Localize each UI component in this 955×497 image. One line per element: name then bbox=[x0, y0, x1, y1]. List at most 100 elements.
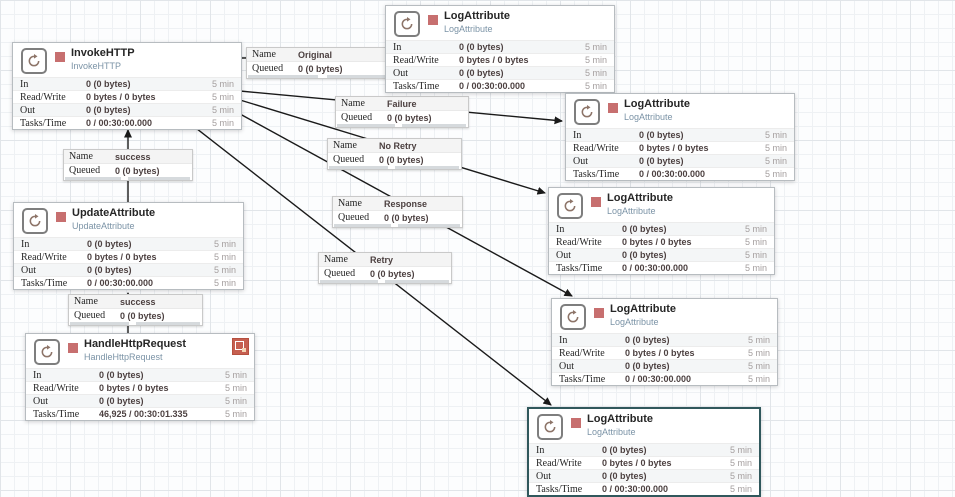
processor-header: InvokeHTTP InvokeHTTP bbox=[13, 43, 241, 77]
stat-window: 5 min bbox=[764, 130, 787, 140]
processor[interactable]: InvokeHTTP InvokeHTTP In 0 (0 bytes) 5 m… bbox=[12, 42, 242, 130]
processor-title: InvokeHTTP bbox=[71, 47, 135, 59]
stat-window: 5 min bbox=[764, 156, 787, 166]
connection-queued-value: 0 (0 bytes) bbox=[379, 154, 424, 165]
nifi-flow-canvas[interactable]: { "labels": { "in": "In", "read_write": … bbox=[0, 0, 955, 497]
stat-row-read-write: Read/Write 0 bytes / 0 bytes 5 min bbox=[552, 346, 777, 359]
stat-value: 0 (0 bytes) bbox=[86, 105, 131, 115]
stat-value: 0 bytes / 0 bytes bbox=[99, 383, 169, 393]
connection-label[interactable]: Name success Queued 0 (0 bytes) bbox=[68, 294, 203, 326]
stat-value: 0 (0 bytes) bbox=[459, 42, 504, 52]
stat-row-in: In 0 (0 bytes) 5 min bbox=[386, 40, 614, 53]
stat-label: Tasks/Time bbox=[393, 80, 440, 92]
connection-queued-row: Queued 0 (0 bytes) bbox=[69, 309, 202, 322]
connection-name-row: Name Retry bbox=[319, 253, 451, 267]
processor-type-label: LogAttribute bbox=[610, 316, 659, 327]
stat-value: 0 (0 bytes) bbox=[99, 396, 144, 406]
queue-fill-bar bbox=[319, 280, 451, 283]
connection-queued-row: Queued 0 (0 bytes) bbox=[336, 111, 468, 124]
stat-value: 0 / 00:30:00.000 bbox=[625, 374, 692, 384]
stat-label: Tasks/Time bbox=[556, 262, 603, 274]
stat-label: In bbox=[536, 444, 545, 456]
stat-row-out: Out 0 (0 bytes) 5 min bbox=[566, 154, 794, 167]
stat-row-in: In 0 (0 bytes) 5 min bbox=[26, 368, 254, 381]
processor[interactable]: UpdateAttribute UpdateAttribute In 0 (0 … bbox=[13, 202, 244, 290]
processor[interactable]: LogAttribute LogAttribute In 0 (0 bytes)… bbox=[548, 187, 775, 275]
stat-value: 0 bytes / 0 bytes bbox=[459, 55, 529, 65]
stat-window: 5 min bbox=[211, 92, 234, 102]
stat-value: 46,925 / 00:30:01.335 bbox=[99, 409, 188, 419]
stat-label: In bbox=[20, 78, 29, 90]
stat-value: 0 bytes / 0 bytes bbox=[86, 92, 156, 102]
stopped-status-icon bbox=[608, 103, 618, 113]
connection-label[interactable]: Name No Retry Queued 0 (0 bytes) bbox=[327, 138, 462, 170]
connection-queued-value: 0 (0 bytes) bbox=[115, 165, 160, 176]
connection-name-key: Name bbox=[341, 98, 365, 109]
stat-window: 5 min bbox=[764, 169, 787, 179]
processor-type-label: HandleHttpRequest bbox=[84, 351, 163, 362]
stat-row-read-write: Read/Write 0 bytes / 0 bytes 5 min bbox=[26, 381, 254, 394]
stat-label: Out bbox=[573, 155, 588, 167]
processor-title: LogAttribute bbox=[444, 10, 510, 22]
stat-label: Out bbox=[21, 264, 36, 276]
processor-type-label: LogAttribute bbox=[444, 23, 493, 34]
processor-header: LogAttribute LogAttribute bbox=[386, 6, 614, 40]
sync-arrows-icon bbox=[567, 310, 579, 323]
stat-label: Out bbox=[393, 67, 408, 79]
stat-label: Out bbox=[20, 104, 35, 116]
stat-row-out: Out 0 (0 bytes) 5 min bbox=[529, 469, 759, 482]
processor[interactable]: LogAttribute LogAttribute In 0 (0 bytes)… bbox=[385, 5, 615, 93]
queue-fill-bar bbox=[247, 75, 407, 78]
stat-row-tasks-time: Tasks/Time 0 / 00:30:00.000 5 min bbox=[566, 167, 794, 180]
sync-arrows-icon bbox=[29, 214, 41, 227]
connection-label[interactable]: Name Retry Queued 0 (0 bytes) bbox=[318, 252, 452, 284]
processor[interactable]: LogAttribute LogAttribute In 0 (0 bytes)… bbox=[551, 298, 778, 386]
stat-label: In bbox=[33, 369, 42, 381]
stat-value: 0 (0 bytes) bbox=[459, 68, 504, 78]
stat-row-out: Out 0 (0 bytes) 5 min bbox=[26, 394, 254, 407]
stat-label: Read/Write bbox=[559, 347, 605, 359]
stopped-status-icon bbox=[428, 15, 438, 25]
processor-titles: InvokeHTTP InvokeHTTP bbox=[71, 47, 135, 72]
processor-type-icon bbox=[557, 193, 583, 219]
stat-label: Tasks/Time bbox=[573, 168, 620, 180]
processor[interactable]: HandleHttpRequest HandleHttpRequest In 0… bbox=[25, 333, 255, 421]
processor[interactable]: LogAttribute LogAttribute In 0 (0 bytes)… bbox=[527, 407, 761, 497]
connection-name-value: No Retry bbox=[379, 140, 417, 151]
stat-label: Out bbox=[536, 470, 551, 482]
processor[interactable]: LogAttribute LogAttribute In 0 (0 bytes)… bbox=[565, 93, 795, 181]
stat-row-out: Out 0 (0 bytes) 5 min bbox=[14, 263, 243, 276]
processor-type-icon bbox=[22, 208, 48, 234]
connection-name-value: Retry bbox=[370, 254, 394, 265]
stat-row-tasks-time: Tasks/Time 46,925 / 00:30:01.335 5 min bbox=[26, 407, 254, 420]
queue-fill-segment bbox=[248, 75, 319, 78]
connection-label[interactable]: Name Failure Queued 0 (0 bytes) bbox=[335, 96, 469, 128]
stat-window: 5 min bbox=[744, 237, 767, 247]
queue-fill-segment bbox=[334, 224, 391, 227]
sync-arrows-icon bbox=[564, 199, 576, 212]
connection-queued-row: Queued 0 (0 bytes) bbox=[333, 211, 462, 224]
stat-window: 5 min bbox=[213, 265, 236, 275]
connection-label[interactable]: Name success Queued 0 (0 bytes) bbox=[63, 149, 193, 181]
stat-row-in: In 0 (0 bytes) 5 min bbox=[13, 77, 241, 90]
stat-value: 0 (0 bytes) bbox=[625, 335, 670, 345]
stat-window: 5 min bbox=[729, 458, 752, 468]
stat-window: 5 min bbox=[584, 81, 607, 91]
connection-label[interactable]: Name Response Queued 0 (0 bytes) bbox=[332, 196, 463, 228]
stat-label: Tasks/Time bbox=[559, 373, 606, 385]
stopped-status-icon bbox=[591, 197, 601, 207]
connection-name-value: success bbox=[115, 151, 151, 162]
connection-name-row: Name Response bbox=[333, 197, 462, 211]
sync-arrows-icon bbox=[28, 54, 40, 67]
stat-value: 0 / 00:30:00.000 bbox=[639, 169, 706, 179]
stat-row-tasks-time: Tasks/Time 0 / 00:30:00.000 5 min bbox=[386, 79, 614, 92]
queue-fill-segment bbox=[397, 224, 460, 227]
connection-name-value: Original bbox=[298, 49, 333, 60]
stopped-status-icon bbox=[571, 418, 581, 428]
connection-label[interactable]: Name Original Queued 0 (0 bytes) bbox=[246, 47, 408, 79]
processor-type-icon bbox=[574, 99, 600, 125]
connection-name-key: Name bbox=[324, 254, 348, 265]
connection-name-key: Name bbox=[69, 151, 93, 162]
sync-arrows-icon bbox=[581, 105, 593, 118]
stat-label: Out bbox=[559, 360, 574, 372]
